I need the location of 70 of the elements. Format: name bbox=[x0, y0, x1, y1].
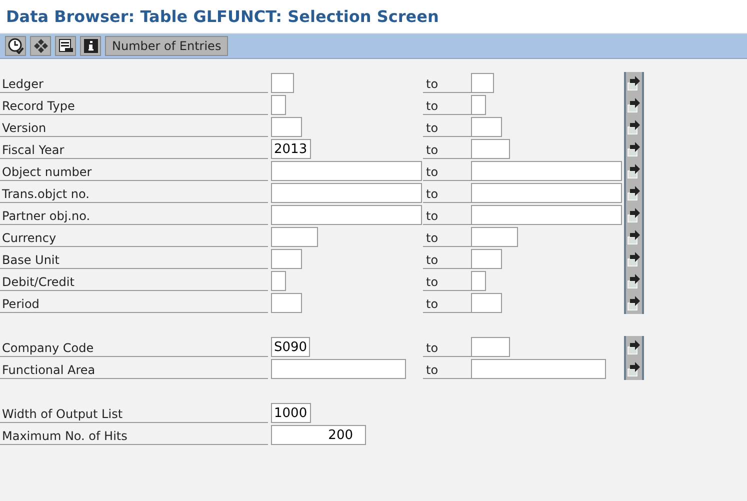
field-label: Debit/Credit bbox=[0, 270, 268, 291]
field-label: Object number bbox=[0, 160, 268, 181]
arrow-icon bbox=[627, 185, 641, 201]
field-label: Fiscal Year bbox=[0, 138, 268, 159]
input-field[interactable] bbox=[271, 271, 286, 291]
input-field[interactable] bbox=[471, 139, 510, 159]
field-label: Period bbox=[0, 292, 268, 313]
arrow-icon bbox=[627, 163, 641, 179]
field-label: Partner obj.no. bbox=[0, 204, 268, 225]
field-label: Currency bbox=[0, 226, 268, 247]
input-field[interactable]: S090 bbox=[271, 337, 310, 357]
arrow-icon bbox=[627, 251, 641, 267]
multiple-selection-button[interactable] bbox=[624, 336, 644, 358]
arrow-icon bbox=[627, 361, 641, 377]
input-field[interactable] bbox=[271, 249, 302, 269]
arrow-icon bbox=[627, 339, 641, 355]
layout-icon bbox=[58, 38, 74, 54]
arrow-icon bbox=[627, 119, 641, 135]
input-field[interactable] bbox=[471, 95, 486, 115]
field-label: Version bbox=[0, 116, 268, 137]
input-field[interactable]: 1000 bbox=[271, 403, 311, 423]
input-field[interactable] bbox=[471, 227, 518, 247]
multiple-selection-button[interactable] bbox=[624, 72, 644, 94]
input-field[interactable] bbox=[271, 227, 318, 247]
input-field[interactable] bbox=[471, 161, 622, 181]
input-field[interactable] bbox=[271, 359, 406, 379]
number-of-entries-button[interactable]: Number of Entries bbox=[105, 36, 228, 56]
window-title: Data Browser: Table GLFUNCT: Selection Screen bbox=[6, 6, 439, 28]
input-field[interactable] bbox=[271, 293, 302, 313]
input-field[interactable] bbox=[271, 95, 286, 115]
input-field[interactable] bbox=[271, 205, 422, 225]
input-field[interactable]: 200 bbox=[271, 425, 366, 445]
input-field[interactable] bbox=[471, 359, 606, 379]
arrow-icon bbox=[627, 295, 641, 311]
input-field[interactable] bbox=[471, 293, 502, 313]
input-field[interactable] bbox=[271, 183, 422, 203]
arrow-icon bbox=[627, 229, 641, 245]
clock-check-button[interactable] bbox=[5, 36, 26, 56]
arrow-icon bbox=[627, 207, 641, 223]
multiple-selection-button[interactable] bbox=[624, 292, 644, 314]
input-field[interactable] bbox=[471, 337, 510, 357]
input-field[interactable] bbox=[271, 161, 422, 181]
info-button[interactable] bbox=[80, 36, 101, 56]
input-field[interactable]: 2013 bbox=[271, 139, 311, 159]
input-field[interactable] bbox=[271, 73, 294, 93]
field-label: Record Type bbox=[0, 94, 268, 115]
arrow-icon bbox=[627, 273, 641, 289]
input-field[interactable] bbox=[471, 205, 622, 225]
diamond-arrows-icon bbox=[32, 38, 48, 54]
field-label: Functional Area bbox=[0, 358, 268, 379]
input-field[interactable] bbox=[471, 73, 494, 93]
input-field[interactable] bbox=[271, 117, 302, 137]
diamond-arrows-button[interactable] bbox=[30, 36, 51, 56]
input-field[interactable] bbox=[471, 249, 502, 269]
layout-button[interactable] bbox=[55, 36, 76, 56]
arrow-icon bbox=[627, 75, 641, 91]
field-label: Trans.objct no. bbox=[0, 182, 268, 203]
field-label: Ledger bbox=[0, 72, 268, 93]
info-icon bbox=[82, 38, 98, 54]
input-field[interactable] bbox=[471, 117, 502, 137]
field-label: Base Unit bbox=[0, 248, 268, 269]
field-label: Width of Output List bbox=[0, 402, 268, 423]
input-field[interactable] bbox=[471, 183, 622, 203]
arrow-icon bbox=[627, 97, 641, 113]
clock-check-icon bbox=[8, 38, 24, 54]
multiple-selection-button[interactable] bbox=[624, 358, 644, 380]
field-label: Maximum No. of Hits bbox=[0, 424, 268, 445]
input-field[interactable] bbox=[471, 271, 486, 291]
arrow-icon bbox=[627, 141, 641, 157]
field-label: Company Code bbox=[0, 336, 268, 357]
